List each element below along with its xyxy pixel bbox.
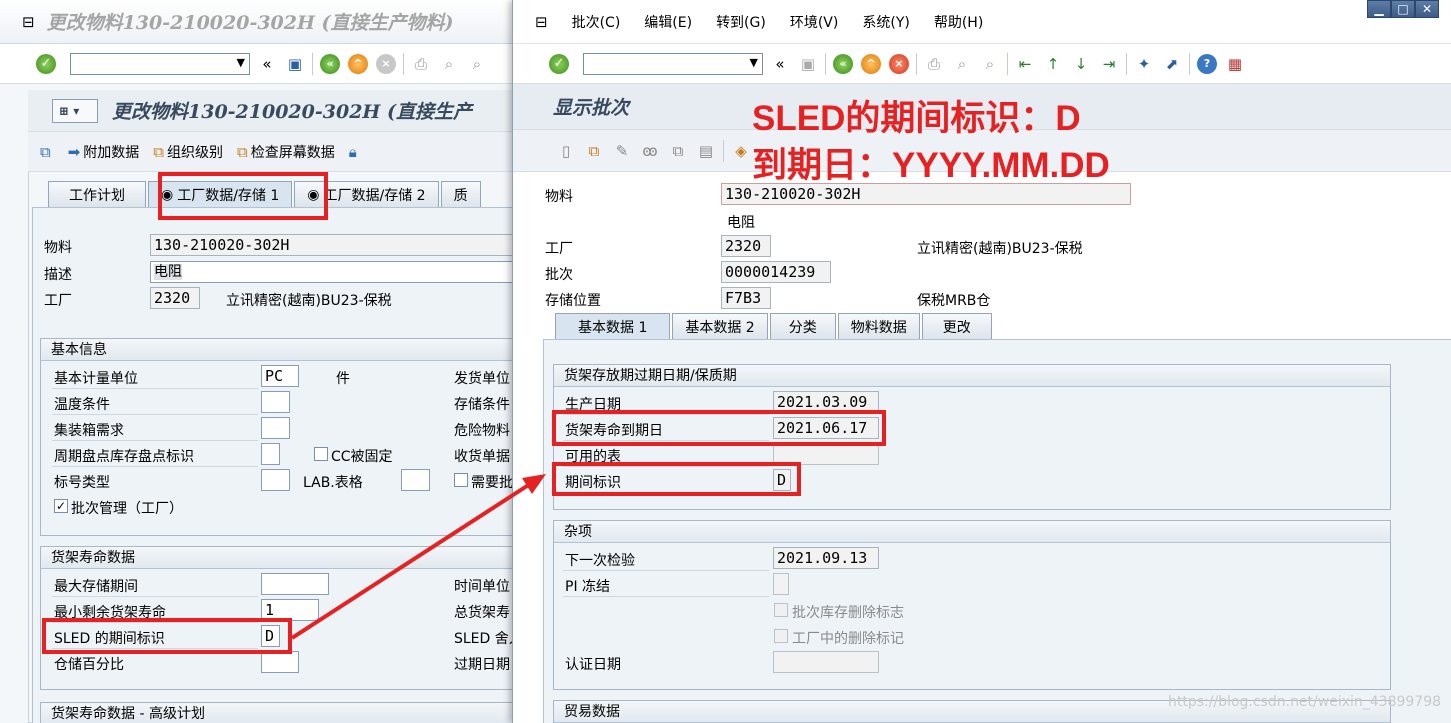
annotation-line-2: 到期日：YYYY.MM.DD	[752, 146, 1110, 185]
annotation-line-1: SLED的期间标识：D	[752, 99, 1081, 138]
watermark: https://blog.csdn.net/weixin_43899798	[1168, 694, 1442, 710]
annotation-arrow	[290, 474, 546, 640]
arrow-head	[522, 474, 546, 494]
arrow-line	[290, 482, 532, 640]
